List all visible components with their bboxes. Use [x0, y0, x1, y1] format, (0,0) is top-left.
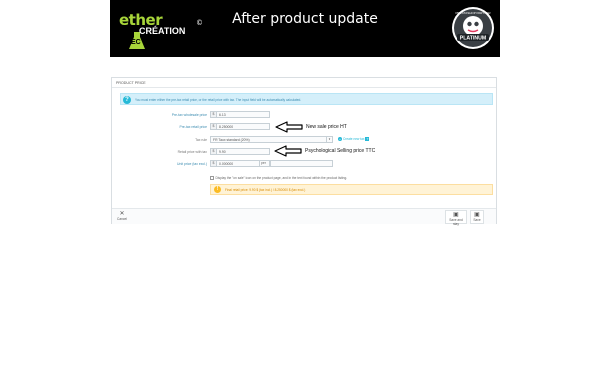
wholesale-price-label: Pre-tax wholesale price [171, 113, 207, 117]
panel-heading: PRODUCT PRICE [112, 78, 496, 88]
tax-rule-select[interactable]: FR Taux standard (20%) ▾ [210, 136, 333, 143]
retail-price-input[interactable]: $ 8.250000 [210, 123, 270, 130]
wholesale-price-input[interactable]: $ 6.13 [210, 111, 270, 118]
unit-price-input[interactable]: $ 0.000000 per [210, 160, 270, 167]
tax-rule-label: Tax rule [195, 138, 207, 142]
annotation-arrow-icon [274, 145, 302, 157]
currency-prefix: $ [211, 112, 217, 117]
cancel-label: Cancel [117, 217, 127, 221]
close-icon: ✕ [119, 210, 125, 217]
floppy-disk-icon: ▣ [453, 211, 459, 218]
badge-platinum-text: PLATINUM [460, 36, 486, 42]
save-and-stay-label: Save and stay [449, 218, 463, 226]
retail-with-tax-value: 9.90 [219, 149, 226, 154]
with-tax-annotation-note: Psychological Selling price TTC [305, 148, 376, 154]
cancel-button[interactable]: ✕ Cancel [115, 210, 129, 224]
retail-with-tax-input[interactable]: $ 9.90 [210, 148, 270, 155]
banner-title: After product update [232, 11, 378, 27]
save-button[interactable]: ▣ Save [470, 210, 484, 224]
tax-rule-value: FR Taux standard (20%) [213, 137, 250, 142]
unit-price-label: Unit price (tax excl.) [177, 162, 207, 166]
header-banner: ether EC CRÉATION © After product update… [110, 0, 500, 57]
currency-prefix: $ [211, 124, 217, 129]
create-new-tax-link[interactable]: + Create new tax? [338, 137, 370, 141]
product-price-panel: PRODUCT PRICE ? You must enter either th… [111, 77, 497, 226]
prestashop-platinum-badge: PLATINUM PRESTASHOP PARTNER [452, 7, 494, 49]
create-new-tax-label: Create new tax [343, 137, 365, 141]
final-price-text: Final retail price: 9.90 $ (tax incl.) /… [225, 188, 306, 192]
logo-ec-text: EC [131, 39, 141, 46]
panel-footer: ✕ Cancel ▣ Save and stay ▣ Save [112, 208, 496, 226]
annotation-arrow-icon [275, 121, 303, 133]
on-sale-label: Display the "on sale" icon on the produc… [215, 176, 348, 180]
wholesale-price-value: 6.13 [219, 112, 226, 117]
chevron-down-icon: ▾ [326, 137, 332, 142]
retail-price-label: Pre-tax retail price [179, 125, 207, 129]
retail-annotation-note: New sale price HT [306, 124, 347, 130]
logo-creation-text: CRÉATION [139, 26, 186, 36]
warning-icon: ! [214, 186, 221, 193]
info-alert-text: You must enter either the pre-tax retail… [135, 97, 302, 102]
unit-per-suffix: per [259, 161, 269, 166]
help-icon[interactable]: ? [365, 137, 370, 141]
final-price-alert: ! Final retail price: 9.90 $ (tax incl.)… [210, 184, 493, 195]
floppy-disk-icon: ▣ [474, 211, 480, 218]
unit-price-value: 0.000000 [219, 161, 234, 166]
info-icon: ? [123, 95, 131, 104]
retail-with-tax-label: Retail price with tax [177, 150, 207, 154]
plus-icon: + [338, 137, 342, 141]
save-label: Save [473, 218, 481, 222]
currency-prefix: $ [211, 149, 217, 154]
retail-price-value: 8.250000 [219, 124, 234, 129]
badge-top-text: PRESTASHOP PARTNER [455, 11, 491, 15]
on-sale-checkbox[interactable] [210, 176, 214, 180]
info-alert: ? You must enter either the pre-tax reta… [120, 93, 493, 105]
save-and-stay-button[interactable]: ▣ Save and stay [445, 210, 467, 226]
currency-prefix: $ [211, 161, 217, 166]
on-sale-option[interactable]: Display the "on sale" icon on the produc… [210, 176, 347, 180]
unit-label-input[interactable] [270, 160, 333, 167]
